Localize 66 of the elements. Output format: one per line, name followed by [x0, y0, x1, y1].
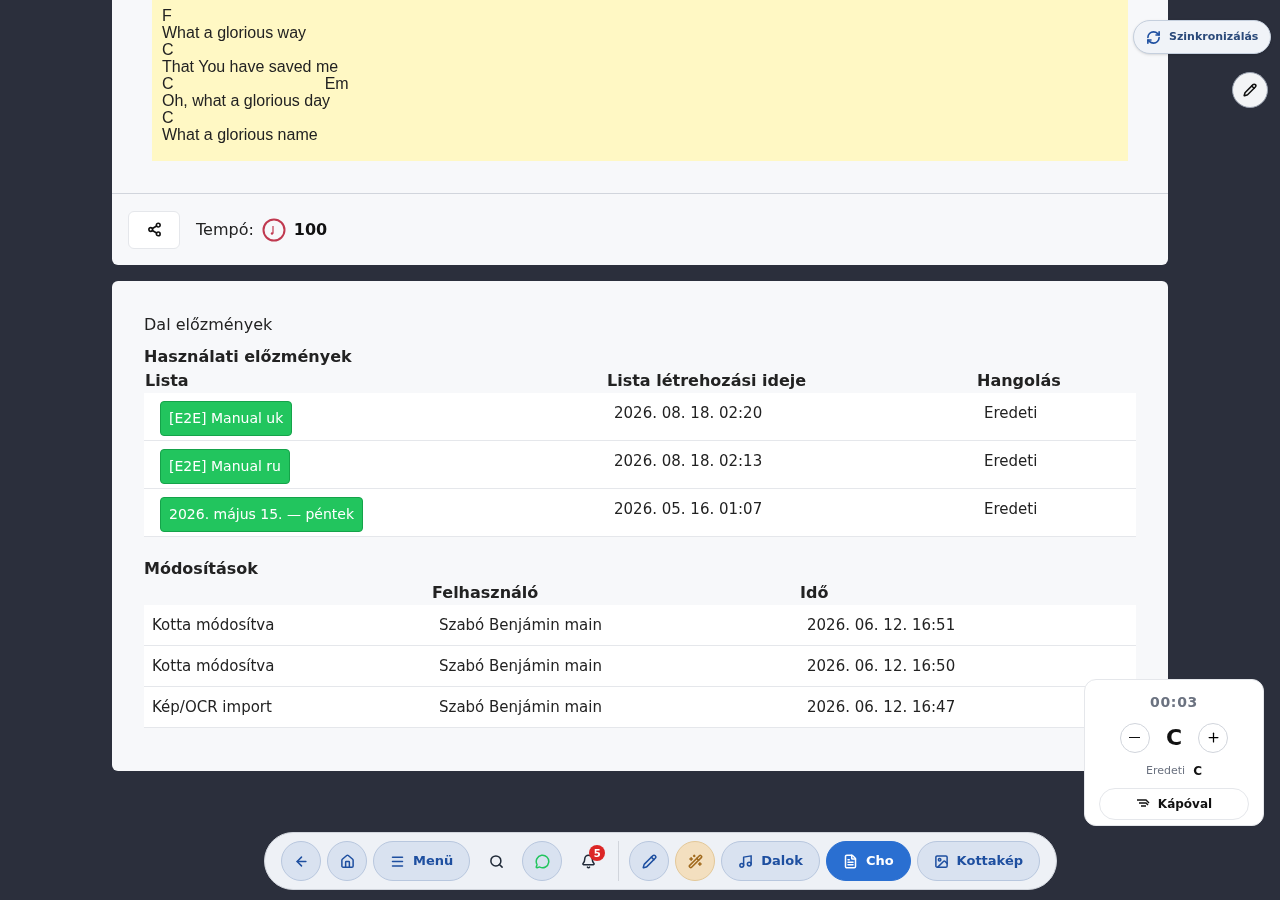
table-cell-text: 2026. 06. 12. 16:47	[806, 696, 956, 718]
minus-icon	[1129, 736, 1141, 739]
table-cell-text: Kotta módosítva	[151, 655, 275, 677]
pencil-icon	[641, 853, 657, 869]
tempo-value: 100	[293, 218, 328, 241]
image-icon	[933, 853, 949, 869]
home-button[interactable]	[327, 841, 367, 881]
column-header: Felhasználó	[432, 582, 539, 604]
lyric-line: C	[162, 41, 174, 58]
capo-icon	[1135, 798, 1150, 810]
sync-icon	[1146, 29, 1161, 45]
original-key: C	[1193, 762, 1202, 780]
table-cell-text: 2026. 06. 12. 16:50	[806, 655, 956, 677]
menu-button[interactable]: Menü	[373, 841, 471, 881]
chat-icon	[534, 853, 550, 869]
tempo-label: Tempó:	[196, 218, 254, 241]
table-cell-text: Szabó Benjámin main	[438, 655, 602, 677]
section-title: Dal előzmények	[144, 314, 273, 336]
search-icon	[488, 853, 504, 869]
magic-wand-icon	[687, 853, 703, 869]
table-cell-text: Eredeti	[983, 403, 1038, 424]
section-heading: Használati előzmények	[144, 346, 352, 368]
pencil-icon	[1243, 83, 1257, 97]
table-cell-text: Kotta módosítva	[151, 614, 275, 636]
share-icon	[146, 222, 162, 237]
lyric-line: Oh, what a glorious day	[162, 92, 331, 109]
table-cell-text: 2026. 08. 18. 02:13	[613, 451, 763, 472]
edit-button[interactable]	[1232, 72, 1268, 108]
document-icon	[842, 853, 858, 869]
bell-icon	[580, 853, 596, 869]
table-cell-text: Eredeti	[983, 499, 1038, 520]
notification-count: 5	[589, 845, 606, 861]
table-cell-text: 2026. 06. 12. 16:51	[806, 614, 956, 636]
table-cell-text: 2026. 08. 18. 02:20	[613, 403, 763, 424]
lyric-line: C	[162, 109, 174, 126]
current-key: C	[1165, 721, 1183, 754]
table-cell-text: Szabó Benjámin main	[438, 614, 602, 636]
menu-icon	[390, 853, 405, 869]
pencil-button[interactable]	[629, 841, 670, 881]
wand-button[interactable]	[675, 841, 716, 881]
table-cell-text: Szabó Benjámin main	[438, 696, 602, 718]
bell-button[interactable]: 5	[568, 841, 609, 881]
sync-button[interactable]: Szinkronizálás	[1133, 20, 1272, 54]
table-cell-text: Eredeti	[983, 451, 1038, 472]
share-button[interactable]	[128, 210, 180, 249]
plus-icon	[1205, 730, 1221, 745]
column-header: Hangolás	[976, 370, 1061, 392]
column-header: Idő	[800, 582, 829, 604]
home-icon	[339, 853, 355, 869]
table-cell-text: Kép/OCR import	[151, 696, 272, 718]
column-header: Lista	[144, 370, 189, 392]
lyric-line: What a glorious name	[162, 126, 318, 143]
lyric-line: F	[162, 7, 172, 24]
column-header: Lista létrehozási ideje	[606, 370, 807, 392]
section-heading: Módosítások	[144, 558, 258, 580]
original-key-label: Eredeti	[1146, 762, 1186, 779]
timer: 00:03	[1149, 693, 1199, 712]
table-cell-text: 2026. 05. 16. 01:07	[613, 499, 763, 520]
music-note-icon	[738, 853, 754, 869]
nav-button[interactable]: Dalok	[721, 841, 820, 881]
nav-button[interactable]: Cho	[825, 841, 911, 881]
lyric-line: That You have saved me	[162, 58, 339, 75]
lyric-line: C Em	[162, 75, 349, 92]
nav-button[interactable]: Kottakép	[916, 841, 1040, 881]
metronome-icon	[261, 217, 286, 242]
lyric-line: What a glorious way	[162, 24, 307, 41]
